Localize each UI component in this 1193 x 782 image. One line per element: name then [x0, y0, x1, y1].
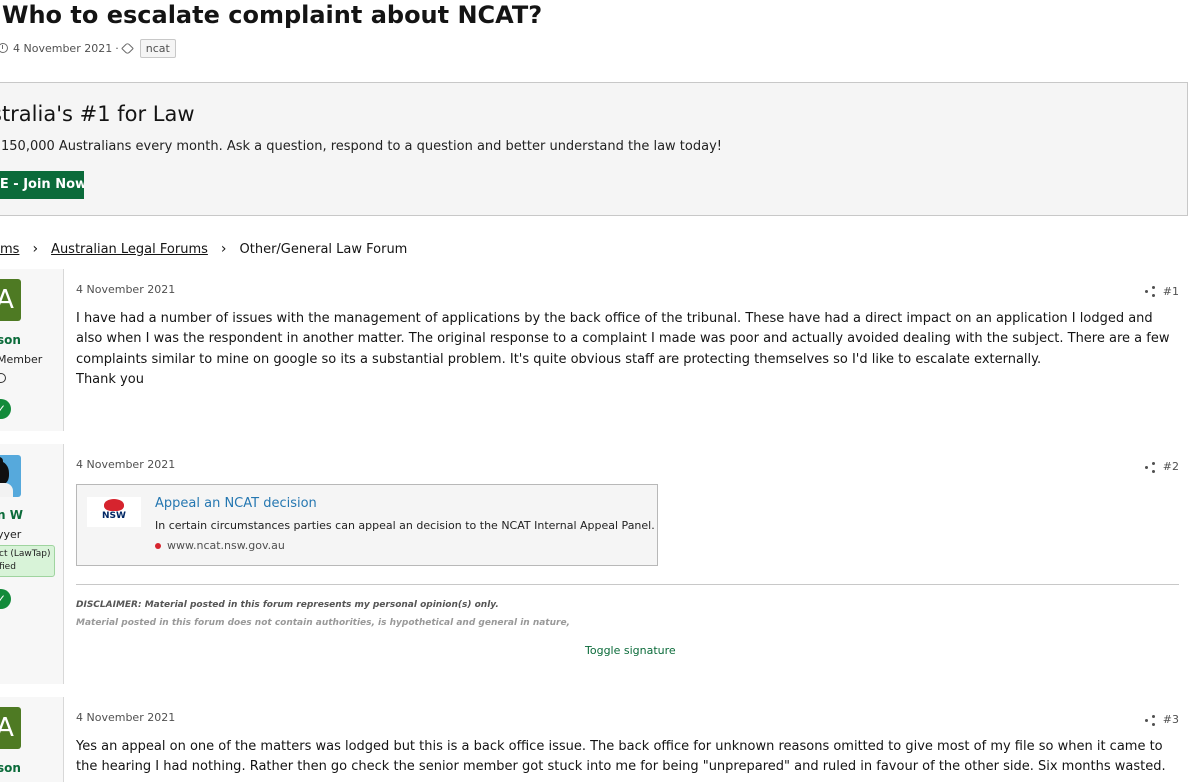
clock-icon — [0, 43, 8, 53]
post-2: n W yyer ct (LawTap) fied ✓ 4 November 2… — [0, 444, 1193, 684]
verified-badge: ct (LawTap) fied — [0, 545, 55, 577]
trophy-icon[interactable] — [0, 373, 6, 383]
share-icon[interactable] — [1145, 286, 1155, 297]
nsw-logo-text: NSW — [102, 511, 126, 521]
signature-divider — [76, 584, 1179, 585]
username[interactable]: son — [0, 761, 21, 775]
post-user-sidebar: A son Member ✓ — [0, 269, 64, 431]
breadcrumb-current[interactable]: Other/General Law Forum — [240, 242, 408, 257]
avatar[interactable] — [0, 455, 21, 497]
post-number[interactable]: #3 — [1163, 713, 1179, 726]
breadcrumb-forums[interactable]: ms — [0, 242, 19, 257]
link-preview[interactable]: NSW Appeal an NCAT decision In certain c… — [76, 484, 658, 566]
join-notice: stralia's #1 for Law 150,000 Australians… — [0, 82, 1188, 216]
share-icon[interactable] — [1145, 715, 1155, 726]
username[interactable]: n W — [0, 508, 23, 522]
post-date[interactable]: 4 November 2021 — [76, 458, 175, 471]
favicon-icon — [155, 543, 161, 549]
user-title: yyer — [0, 528, 22, 541]
post-user-sidebar: n W yyer ct (LawTap) fied ✓ — [0, 444, 64, 684]
link-preview-url-text: www.ncat.nsw.gov.au — [167, 539, 285, 552]
link-preview-description: In certain circumstances parties can app… — [155, 519, 655, 532]
link-preview-title[interactable]: Appeal an NCAT decision — [155, 496, 317, 511]
post-3: A son 4 November 2021 #3 Yes an appeal o… — [0, 697, 1193, 782]
post-number[interactable]: #2 — [1163, 460, 1179, 473]
signature-disclaimer: DISCLAIMER: Material posted in this foru… — [76, 600, 499, 610]
thread-tag[interactable]: ncat — [139, 38, 176, 58]
post-user-sidebar: A son — [0, 697, 64, 782]
nsw-logo: NSW — [87, 497, 141, 527]
share-icon[interactable] — [1145, 462, 1155, 473]
post-date[interactable]: 4 November 2021 — [76, 711, 175, 724]
notice-subtitle: 150,000 Australians every month. Ask a q… — [1, 139, 722, 154]
notice-title: stralia's #1 for Law — [0, 102, 195, 126]
message-paragraph: Yes an appeal on one of the matters was … — [76, 739, 1166, 775]
post-1: A son Member ✓ 4 November 2021 #1 I have… — [0, 269, 1193, 431]
toggle-signature-link[interactable]: Toggle signature — [585, 644, 676, 657]
message-paragraph: I have had a number of issues with the m… — [76, 311, 1170, 367]
thread-date[interactable]: 4 November 2021 — [13, 42, 112, 55]
join-now-button[interactable]: EE - Join Now — [0, 171, 84, 199]
post-number[interactable]: #1 — [1163, 285, 1179, 298]
message-paragraph: Thank you — [76, 372, 144, 388]
thread-title: Who to escalate complaint about NCAT? — [2, 1, 543, 29]
breadcrumb-australian-legal-forums[interactable]: Australian Legal Forums — [51, 242, 208, 257]
meta-separator: · — [115, 41, 119, 55]
link-preview-url: www.ncat.nsw.gov.au — [155, 539, 285, 552]
badge-line: ct (LawTap) — [0, 549, 51, 559]
user-title: Member — [0, 353, 43, 366]
check-icon: ✓ — [0, 399, 11, 419]
post-message: Yes an appeal on one of the matters was … — [76, 737, 1176, 778]
thread-meta: 4 November 2021 · ncat — [0, 38, 176, 58]
chevron-right-icon: › — [32, 241, 39, 257]
badge-line: fied — [0, 562, 16, 572]
breadcrumb: ms › Australian Legal Forums › Other/Gen… — [0, 238, 407, 260]
tag-icon — [120, 41, 134, 55]
avatar[interactable]: A — [0, 707, 21, 749]
signature-text: Material posted in this forum does not c… — [76, 618, 570, 628]
post-message: I have had a number of issues with the m… — [76, 309, 1176, 391]
username[interactable]: son — [0, 333, 21, 347]
post-date[interactable]: 4 November 2021 — [76, 283, 175, 296]
check-icon: ✓ — [0, 589, 11, 609]
chevron-right-icon: › — [220, 241, 227, 257]
avatar[interactable]: A — [0, 279, 21, 321]
